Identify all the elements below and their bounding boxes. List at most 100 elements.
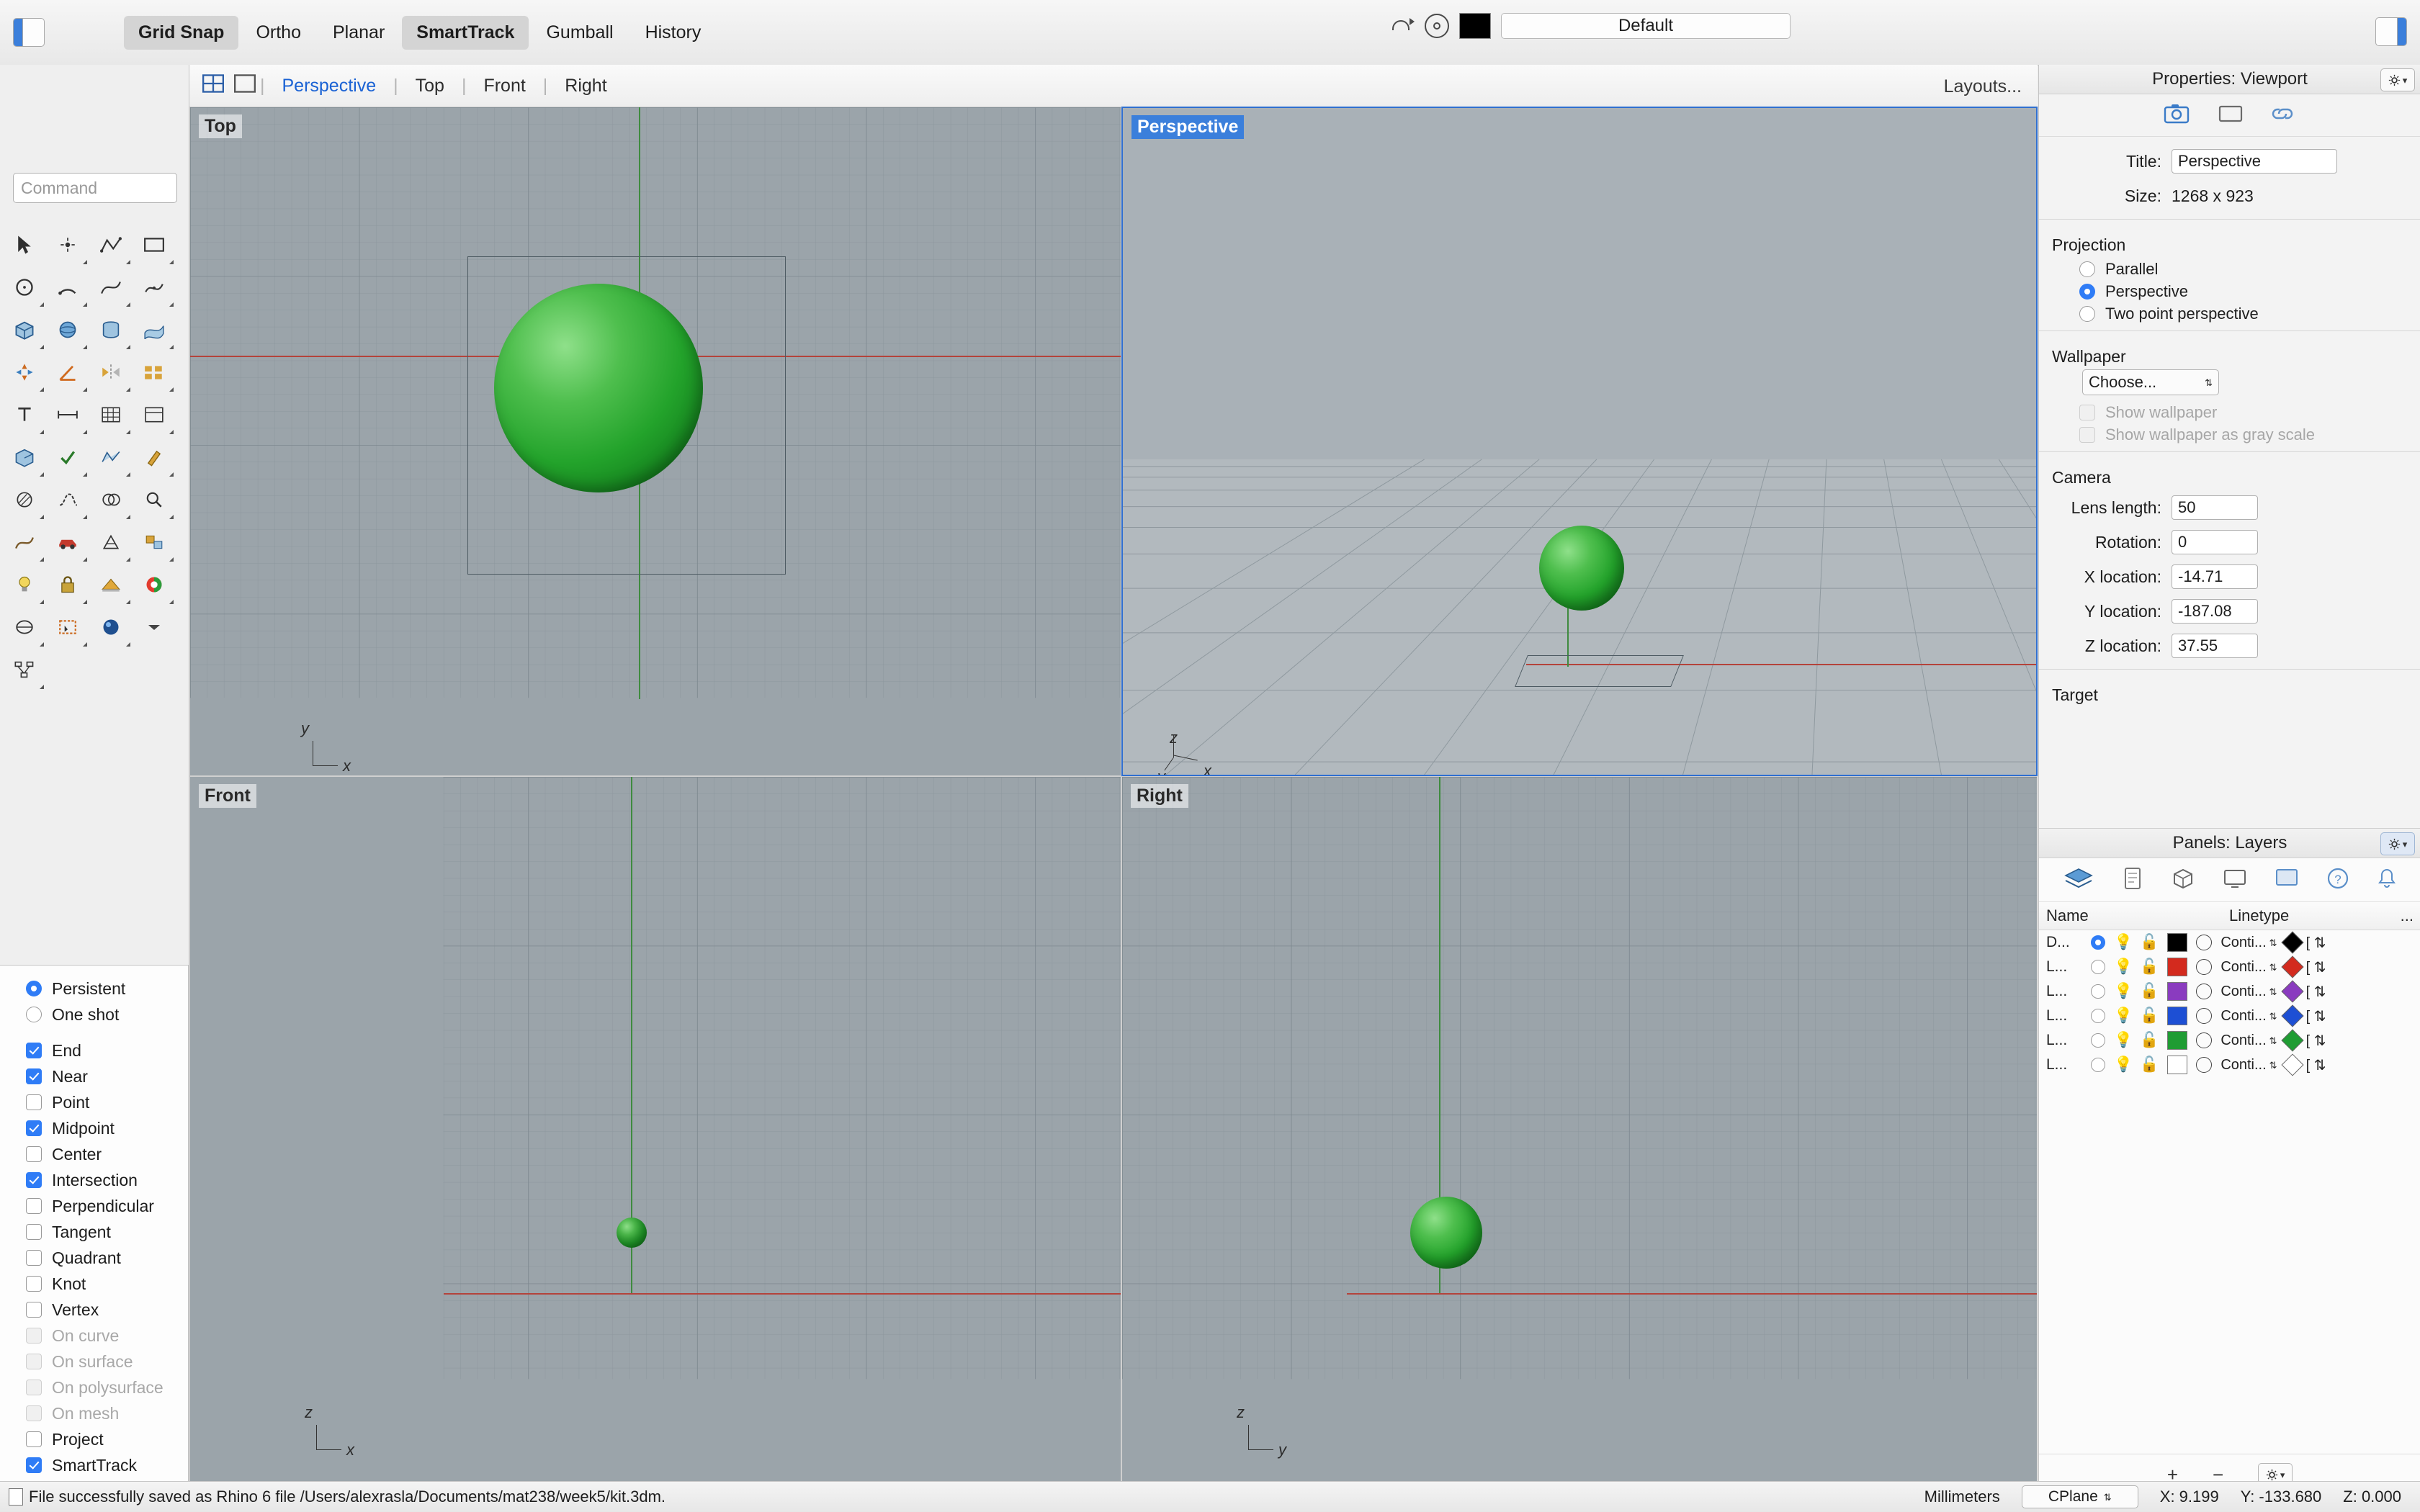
link-icon[interactable] <box>2269 104 2296 127</box>
point-icon[interactable] <box>46 223 89 266</box>
layer-linetype[interactable]: Conti... ⇅ <box>2220 959 2277 976</box>
blocks-icon[interactable] <box>133 521 176 563</box>
text-icon[interactable] <box>3 393 46 436</box>
print-color-chip[interactable] <box>2281 1053 2304 1076</box>
rotation-input[interactable]: 0 <box>2172 530 2258 554</box>
toggle-ortho[interactable]: Ortho <box>241 16 315 50</box>
table-row[interactable]: L... 💡 🔓 Conti... ⇅ [ ⇅ <box>2039 1004 2420 1028</box>
print-color-chip[interactable] <box>2281 1029 2304 1052</box>
checkbox-point-icon[interactable] <box>26 1094 42 1110</box>
layer-color-chip[interactable] <box>2167 1007 2188 1025</box>
checkbox-on-curve-icon[interactable] <box>26 1328 42 1344</box>
checkbox-on-surface-icon[interactable] <box>26 1354 42 1369</box>
print-width[interactable]: [ ⇅ <box>2306 1056 2326 1074</box>
osnap-mode-persistent[interactable]: Persistent <box>0 976 188 1002</box>
checkbox-show-wallpaper-gray-icon[interactable] <box>2079 426 2095 443</box>
drafting-icon[interactable] <box>89 521 133 563</box>
viewport-perspective-label[interactable]: Perspective <box>1131 115 1245 139</box>
checkbox-smarttrack-icon[interactable] <box>26 1457 42 1473</box>
viewport-icon[interactable] <box>2275 868 2299 893</box>
bulb-icon[interactable]: 💡 <box>2114 1032 2133 1049</box>
lock-icon[interactable]: 🔓 <box>2140 983 2159 1000</box>
checkbox-intersection-icon[interactable] <box>26 1172 42 1188</box>
osnap-end[interactable]: End <box>0 1038 188 1063</box>
layer-color-swatch[interactable] <box>1459 13 1491 39</box>
layers-gear-button[interactable]: ▾ <box>2380 832 2415 855</box>
viewport-top-label[interactable]: Top <box>199 114 242 138</box>
osnap-perpendicular[interactable]: Perpendicular <box>0 1193 188 1219</box>
print-color-chip[interactable] <box>2281 955 2304 978</box>
bulb-icon[interactable]: 💡 <box>2114 983 2133 1000</box>
osnap-on-polysurface[interactable]: On polysurface <box>0 1374 188 1400</box>
osnap-center[interactable]: Center <box>0 1141 188 1167</box>
layouts-button[interactable]: Layouts... <box>1944 76 2022 97</box>
boolean-icon[interactable] <box>89 478 133 521</box>
mirror-icon[interactable] <box>89 351 133 393</box>
lock-icon[interactable]: 🔓 <box>2140 1056 2159 1074</box>
layer-current-radio[interactable] <box>2091 960 2105 974</box>
transform-icon[interactable] <box>3 351 46 393</box>
layer-color-chip[interactable] <box>2167 1056 2188 1074</box>
layer-current-radio[interactable] <box>2091 935 2105 950</box>
array-icon[interactable] <box>133 351 176 393</box>
material-circle-icon[interactable] <box>2196 984 2213 999</box>
checkbox-perpendicular-icon[interactable] <box>26 1198 42 1214</box>
angle-icon[interactable] <box>46 351 89 393</box>
selection-window-icon[interactable] <box>46 606 89 648</box>
box-icon[interactable] <box>3 308 46 351</box>
right-sidebar-toggle-icon[interactable] <box>2375 17 2407 46</box>
lens-length-input[interactable]: 50 <box>2172 495 2258 520</box>
osnap-midpoint[interactable]: Midpoint <box>0 1115 188 1141</box>
surface-icon[interactable] <box>133 308 176 351</box>
sphere-icon[interactable] <box>46 308 89 351</box>
print-width[interactable]: [ ⇅ <box>2306 1007 2326 1025</box>
record-circle-icon[interactable] <box>1425 14 1449 38</box>
display-icon[interactable] <box>2218 104 2244 127</box>
checkbox-quadrant-icon[interactable] <box>26 1250 42 1266</box>
tab-front[interactable]: Front <box>470 76 538 96</box>
material-circle-icon[interactable] <box>2196 959 2213 975</box>
osnap-point[interactable]: Point <box>0 1089 188 1115</box>
layer-current-radio[interactable] <box>2091 1009 2105 1023</box>
mesh-icon[interactable] <box>89 436 133 478</box>
osnap-mode-one-shot[interactable]: One shot <box>0 1002 188 1027</box>
checkbox-on-mesh-icon[interactable] <box>26 1405 42 1421</box>
render-tools-icon[interactable] <box>133 436 176 478</box>
dropdown-caret-icon[interactable] <box>133 606 176 648</box>
radio-one-shot-icon[interactable] <box>26 1007 42 1022</box>
toggle-gumball[interactable]: Gumball <box>532 16 627 50</box>
osnap-on-mesh[interactable]: On mesh <box>0 1400 188 1426</box>
checkbox-end-icon[interactable] <box>26 1043 42 1058</box>
table-row[interactable]: L... 💡 🔓 Conti... ⇅ [ ⇅ <box>2039 979 2420 1004</box>
checkbox-near-icon[interactable] <box>26 1068 42 1084</box>
left-sidebar-toggle-icon[interactable] <box>13 18 45 47</box>
lock-icon[interactable] <box>46 563 89 606</box>
checkbox-midpoint-icon[interactable] <box>26 1120 42 1136</box>
cylinder-icon[interactable] <box>89 308 133 351</box>
projection-parallel[interactable]: Parallel <box>2039 258 2420 280</box>
render-icon[interactable] <box>89 563 133 606</box>
history-tree-icon[interactable] <box>3 648 46 690</box>
table-row[interactable]: D... 💡 🔓 Conti... ⇅ [ ⇅ <box>2039 930 2420 955</box>
viewport-perspective[interactable]: Perspective z y x <box>1121 107 2038 776</box>
vehicle-icon[interactable] <box>46 521 89 563</box>
layer-color-chip[interactable] <box>2167 958 2188 976</box>
lock-icon[interactable]: 🔓 <box>2140 1032 2159 1049</box>
projection-two-point[interactable]: Two point perspective <box>2039 302 2420 325</box>
toggle-history[interactable]: History <box>631 16 716 50</box>
radio-two-point-icon[interactable] <box>2079 305 2095 322</box>
command-input[interactable]: Command <box>13 173 177 203</box>
osnap-intersection[interactable]: Intersection <box>0 1167 188 1193</box>
checkbox-vertex-icon[interactable] <box>26 1302 42 1318</box>
freeform-icon[interactable] <box>133 266 176 308</box>
osnap-on-surface[interactable]: On surface <box>0 1349 188 1374</box>
hatch-icon[interactable] <box>3 478 46 521</box>
osnap-tangent[interactable]: Tangent <box>0 1219 188 1245</box>
show-wallpaper-gray-option[interactable]: Show wallpaper as gray scale <box>2039 423 2420 446</box>
osnap-knot[interactable]: Knot <box>0 1271 188 1297</box>
viewport-right-label[interactable]: Right <box>1131 784 1188 808</box>
tab-top[interactable]: Top <box>403 76 457 96</box>
select-arrow-icon[interactable] <box>3 223 46 266</box>
camera-icon[interactable] <box>2164 102 2194 129</box>
undo-arrow-icon[interactable] <box>1390 14 1415 38</box>
